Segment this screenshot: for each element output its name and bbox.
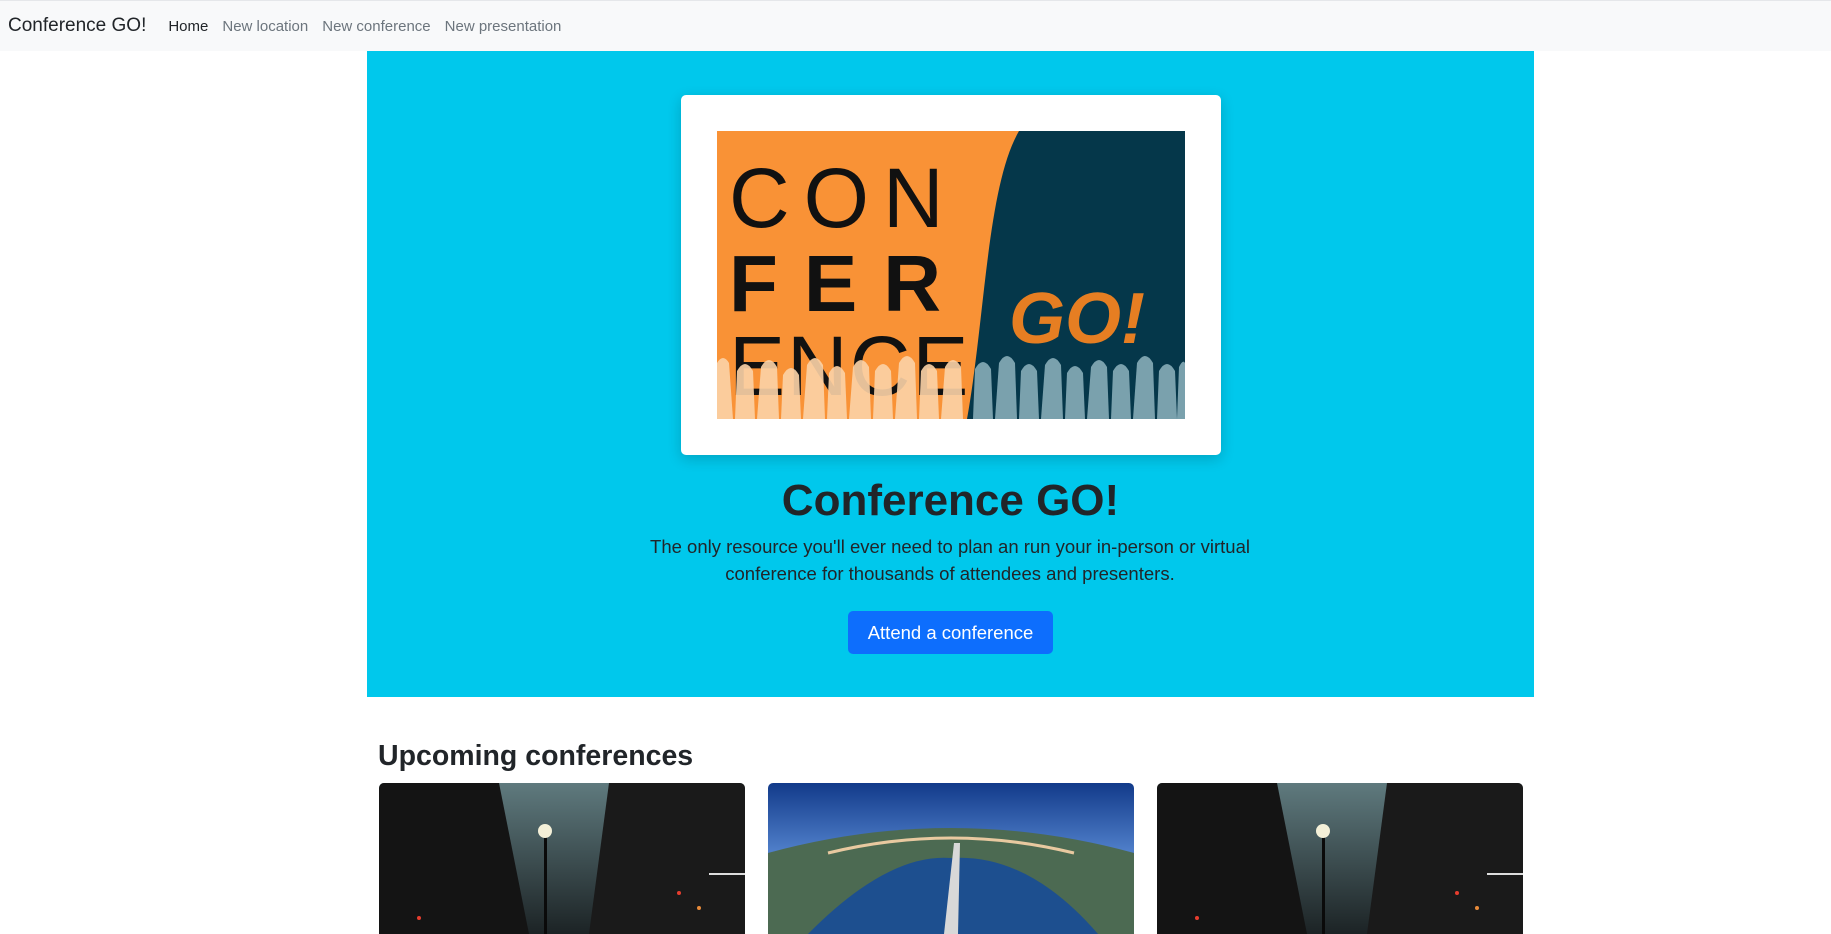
hero-title: Conference GO! (781, 476, 1120, 525)
nav-link-new-presentation[interactable]: New presentation (445, 18, 562, 35)
hero-banner: CON FER ENCE GO! Conference GO! The only… (367, 51, 1534, 697)
city-street-night-photo (379, 783, 745, 934)
attend-conference-button[interactable]: Attend a conference (848, 611, 1053, 654)
hero-lead: The only resource you'll ever need to pl… (650, 536, 1250, 584)
svg-text:CON: CON (729, 151, 958, 245)
panoramic-river-city-photo (768, 783, 1134, 934)
city-street-night-photo (1157, 783, 1523, 934)
svg-text:FER: FER (729, 239, 967, 328)
conference-card[interactable] (379, 783, 745, 934)
navbar-brand[interactable]: Conference GO! (8, 15, 146, 37)
upcoming-conferences-heading: Upcoming conferences (378, 740, 694, 772)
conference-card[interactable] (1157, 783, 1523, 934)
nav-link-new-location[interactable]: New location (222, 18, 308, 35)
logo-card: CON FER ENCE GO! (681, 95, 1221, 455)
top-navbar: Conference GO! Home New location New con… (0, 0, 1831, 51)
conference-go-logo: CON FER ENCE GO! (717, 131, 1185, 419)
svg-text:GO!: GO! (1009, 279, 1145, 359)
nav-link-home[interactable]: Home (168, 18, 208, 35)
conference-card[interactable] (768, 783, 1134, 934)
nav-link-new-conference[interactable]: New conference (322, 18, 430, 35)
